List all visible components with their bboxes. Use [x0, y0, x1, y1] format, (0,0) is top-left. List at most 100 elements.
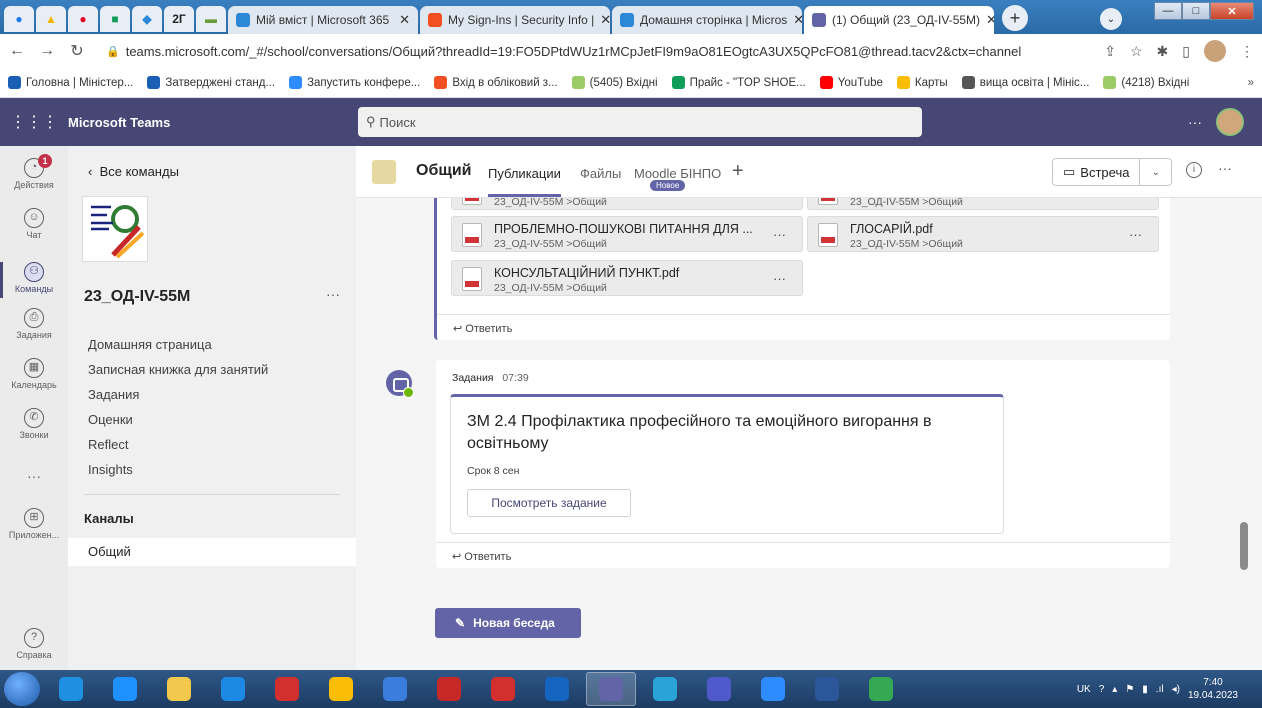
back-arrow-icon[interactable]: ← [8, 42, 26, 60]
extensions-icon[interactable]: ✱ [1157, 43, 1169, 60]
help-icon[interactable]: ? [1099, 684, 1105, 695]
tab-moodle[interactable]: Moodle БІНПО [634, 166, 721, 181]
pinned-tab-facebook[interactable]: ● [4, 6, 34, 32]
close-icon[interactable]: ✕ [793, 12, 802, 28]
close-icon[interactable]: ✕ [399, 12, 410, 28]
taskbar-app[interactable] [46, 672, 96, 706]
add-tab-icon[interactable]: + [732, 160, 744, 183]
bookmark-item[interactable]: Вхід в обліковий з... [434, 76, 558, 89]
flag-icon[interactable]: ⚑ [1125, 684, 1134, 695]
new-conversation-button[interactable]: ✎ Новая беседа [435, 608, 581, 638]
tab-search-button[interactable]: ⌄ [1100, 8, 1122, 30]
bookmark-item[interactable]: (5405) Вхідні [571, 76, 658, 89]
attachment-file[interactable]: КОНСУЛЬТАЦІЙНИЙ ПУНКТ.pdf 23_ОД-IV-55M >… [451, 260, 803, 296]
battery-icon[interactable]: ▮ [1142, 684, 1148, 695]
close-window-button[interactable]: ✕ [1210, 2, 1254, 20]
bookmark-item[interactable]: Затверджені станд... [147, 76, 275, 89]
bookmark-item[interactable]: YouTube [819, 76, 883, 89]
taskbar-app[interactable] [640, 672, 690, 706]
all-teams-link[interactable]: ‹ Все команды [88, 164, 179, 179]
nav-class-notebook[interactable]: Записная книжка для занятий [88, 357, 268, 382]
app-launcher-icon[interactable]: ⋮⋮⋮ [0, 112, 68, 132]
taskbar-app[interactable] [802, 672, 852, 706]
new-tab-button[interactable]: + [1002, 5, 1028, 31]
appbar-item[interactable]: ◔ Действия 1 [0, 154, 68, 190]
bookmark-item[interactable]: вища освіта | Мініс... [961, 76, 1089, 89]
taskbar-app[interactable] [154, 672, 204, 706]
appbar-item[interactable]: ⎙ Задания [0, 308, 68, 340]
tab-files[interactable]: Файлы [580, 166, 621, 181]
appbar-item[interactable]: ☺ Чат [0, 208, 68, 240]
channel-general[interactable]: Общий [68, 538, 356, 566]
pinned-tab-app[interactable]: ◆ [132, 6, 162, 32]
appbar-item[interactable]: ⊞ Приложен... [0, 508, 68, 540]
bookmark-item[interactable]: Запустить конфере... [289, 76, 420, 89]
attachment-partial[interactable]: 23_ОД-IV-55M >Общий [807, 198, 1159, 210]
sidepanel-icon[interactable]: ▯ [1182, 43, 1190, 60]
bookmark-item[interactable]: Карты [896, 76, 948, 89]
attachment-file[interactable]: ГЛОСАРІЙ.pdf 23_ОД-IV-55M >Общий ··· [807, 216, 1159, 252]
taskbar-app[interactable] [370, 672, 420, 706]
pinned-tab-2gis[interactable]: 2Г [164, 6, 194, 32]
browser-tab-m365[interactable]: Мій вміст | Microsoft 365 ✕ [228, 6, 418, 34]
forward-arrow-icon[interactable]: → [38, 42, 56, 60]
bookmark-item[interactable]: Головна | Міністер... [8, 76, 133, 89]
close-icon[interactable]: ✕ [600, 12, 610, 28]
search-input[interactable]: ⚲ Поиск [358, 107, 922, 137]
browser-tab-signins[interactable]: My Sign-Ins | Security Info | ✕ [420, 6, 610, 34]
pinned-tab-classroom[interactable]: ■ [100, 6, 130, 32]
assignments-bot-avatar[interactable] [386, 370, 414, 398]
star-icon[interactable]: ☆ [1130, 43, 1143, 60]
channel-more-icon[interactable]: ··· [1218, 160, 1232, 176]
maximize-button[interactable]: □ [1182, 2, 1210, 20]
info-icon[interactable]: i [1186, 162, 1202, 178]
bookmark-item[interactable]: Прайс - "TOP SHOE... [671, 76, 806, 89]
appbar-item[interactable]: ⚇ Команды [0, 262, 68, 298]
taskbar-app[interactable] [424, 672, 474, 706]
browser-tab-home[interactable]: Домашня сторінка | Micros ✕ [612, 6, 802, 34]
taskbar-app[interactable] [694, 672, 744, 706]
bookmarks-more-button[interactable]: » [1248, 77, 1254, 89]
tray-expand-icon[interactable]: ▴ [1112, 684, 1117, 695]
meet-label-area[interactable]: ▭ Встреча [1053, 159, 1141, 185]
team-more-button[interactable]: ··· [326, 286, 340, 302]
start-button[interactable] [4, 672, 40, 706]
taskbar-app[interactable] [856, 672, 906, 706]
nav-home-page[interactable]: Домашняя страница [88, 332, 268, 357]
minimize-button[interactable]: — [1154, 2, 1182, 20]
url-field[interactable]: 🔒 teams.microsoft.com/_#/school/conversa… [98, 37, 1093, 65]
nav-grades[interactable]: Оценки [88, 407, 268, 432]
nav-reflect[interactable]: Reflect [88, 432, 268, 457]
attachment-partial[interactable]: 23_ОД-IV-55M >Общий [451, 198, 803, 210]
chevron-down-icon[interactable]: ⌄ [1140, 167, 1171, 178]
view-assignment-button[interactable]: Посмотреть задание [467, 489, 631, 517]
appbar-item[interactable]: ··· [0, 468, 68, 484]
attachment-more-icon[interactable]: ··· [773, 271, 786, 286]
volume-icon[interactable]: ◂) [1172, 684, 1180, 695]
browser-tab-teams[interactable]: (1) Общий (23_ОД-IV-55M) ✕ [804, 6, 994, 34]
appbar-item[interactable]: ? Справка [0, 628, 68, 660]
language-indicator[interactable]: UK [1077, 684, 1091, 695]
reply-button[interactable]: ↩ Ответить [453, 322, 512, 335]
attachment-file[interactable]: ПРОБЛЕМНО-ПОШУКОВІ ПИТАННЯ ДЛЯ ... 23_ОД… [451, 216, 803, 252]
reply-button[interactable]: ↩ Ответить [452, 550, 511, 563]
attachment-more-icon[interactable]: ··· [773, 227, 786, 242]
nav-insights[interactable]: Insights [88, 457, 268, 482]
signal-icon[interactable]: .ıl [1156, 684, 1164, 695]
taskbar-app[interactable] [586, 672, 636, 706]
nav-assignments[interactable]: Задания [88, 382, 268, 407]
taskbar-app[interactable] [478, 672, 528, 706]
taskbar-app[interactable] [532, 672, 582, 706]
taskbar-app[interactable] [100, 672, 150, 706]
assignment-card[interactable]: ЗМ 2.4 Профілактика професійного та емоц… [450, 394, 1004, 534]
more-options-icon[interactable]: ··· [1188, 114, 1202, 130]
pinned-tab-mail[interactable]: ▬ [196, 6, 226, 32]
pinned-tab-pinterest[interactable]: ● [68, 6, 98, 32]
bookmark-item[interactable]: (4218) Вхідні [1103, 76, 1189, 89]
taskbar-app[interactable] [262, 672, 312, 706]
share-icon[interactable]: ⇪ [1104, 43, 1116, 60]
taskbar-app[interactable] [208, 672, 258, 706]
pinned-tab-drive[interactable]: ▲ [36, 6, 66, 32]
tab-posts[interactable]: Публикации [488, 166, 561, 197]
attachment-more-icon[interactable]: ··· [1129, 227, 1142, 242]
